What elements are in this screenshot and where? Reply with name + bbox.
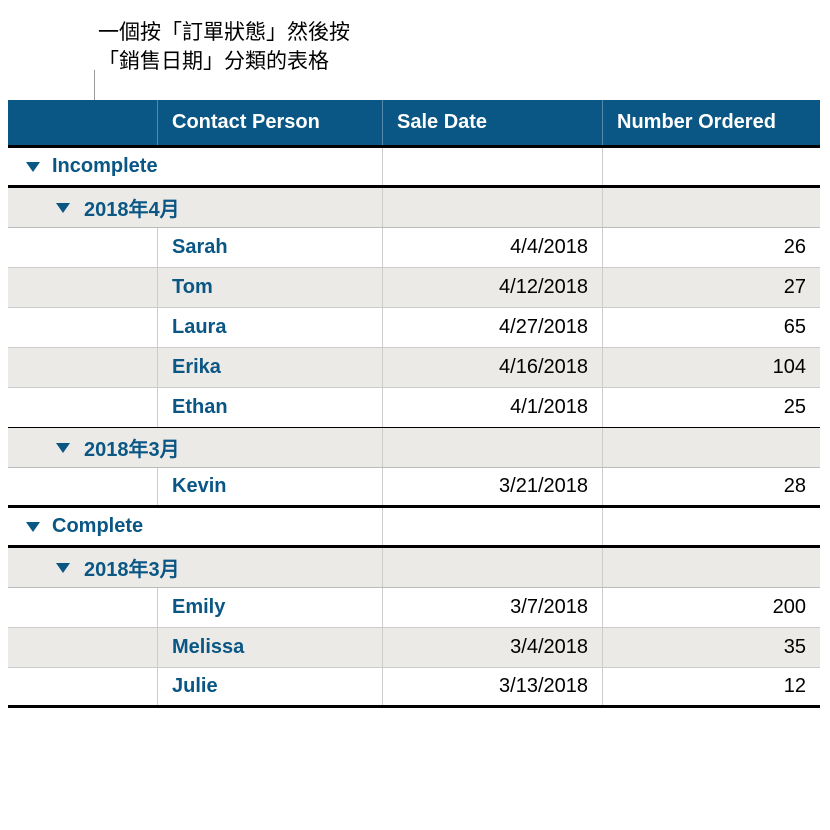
table-row[interactable]: Melissa 3/4/2018 35: [8, 628, 820, 668]
cell-number: 104: [603, 348, 820, 387]
cell-contact: Emily: [158, 588, 383, 627]
subgroup-row-2018-04[interactable]: 2018年4月: [8, 188, 820, 228]
disclosure-triangle-icon[interactable]: [26, 522, 40, 532]
table-row[interactable]: Sarah 4/4/2018 26: [8, 228, 820, 268]
subgroup-label: 2018年3月: [84, 433, 180, 462]
callout-line-1: 一個按「訂單狀態」然後按: [98, 18, 350, 47]
disclosure-triangle-icon[interactable]: [56, 443, 70, 453]
table-row[interactable]: Laura 4/27/2018 65: [8, 308, 820, 348]
disclosure-triangle-icon[interactable]: [56, 203, 70, 213]
cell-date: 3/7/2018: [383, 588, 603, 627]
cell-number: 27: [603, 268, 820, 307]
cell-date: 4/12/2018: [383, 268, 603, 307]
table-row[interactable]: Emily 3/7/2018 200: [8, 588, 820, 628]
group-label: Incomplete: [52, 155, 158, 178]
table-row[interactable]: Erika 4/16/2018 104: [8, 348, 820, 388]
cell-contact: Julie: [158, 668, 383, 705]
table-row[interactable]: Ethan 4/1/2018 25: [8, 388, 820, 428]
cell-contact: Sarah: [158, 228, 383, 267]
header-sale-date[interactable]: Sale Date: [383, 100, 603, 145]
cell-contact: Erika: [158, 348, 383, 387]
callout-line-2: 「銷售日期」分類的表格: [98, 47, 350, 76]
group-label: Complete: [52, 515, 143, 538]
cell-date: 4/1/2018: [383, 388, 603, 427]
cell-number: 65: [603, 308, 820, 347]
subgroup-label: 2018年4月: [84, 193, 180, 222]
cell-number: 26: [603, 228, 820, 267]
table-header-row: Contact Person Sale Date Number Ordered: [8, 100, 820, 148]
disclosure-triangle-icon[interactable]: [56, 563, 70, 573]
group-row-complete[interactable]: Complete: [8, 508, 820, 548]
cell-number: 35: [603, 628, 820, 667]
cell-number: 25: [603, 388, 820, 427]
cell-date: 3/21/2018: [383, 468, 603, 505]
table-row[interactable]: Kevin 3/21/2018 28: [8, 468, 820, 508]
table-row[interactable]: Julie 3/13/2018 12: [8, 668, 820, 708]
cell-contact: Melissa: [158, 628, 383, 667]
header-empty: [8, 100, 158, 145]
cell-contact: Kevin: [158, 468, 383, 505]
cell-contact: Ethan: [158, 388, 383, 427]
subgroup-row-2018-03-b[interactable]: 2018年3月: [8, 548, 820, 588]
grouped-table: Contact Person Sale Date Number Ordered …: [8, 100, 820, 708]
cell-date: 4/4/2018: [383, 228, 603, 267]
table-row[interactable]: Tom 4/12/2018 27: [8, 268, 820, 308]
header-number-ordered[interactable]: Number Ordered: [603, 100, 820, 145]
cell-contact: Laura: [158, 308, 383, 347]
cell-date: 4/16/2018: [383, 348, 603, 387]
cell-date: 3/13/2018: [383, 668, 603, 705]
subgroup-label: 2018年3月: [84, 553, 180, 582]
cell-date: 4/27/2018: [383, 308, 603, 347]
callout-text: 一個按「訂單狀態」然後按 「銷售日期」分類的表格: [98, 18, 350, 77]
cell-number: 12: [603, 668, 820, 705]
cell-contact: Tom: [158, 268, 383, 307]
subgroup-row-2018-03[interactable]: 2018年3月: [8, 428, 820, 468]
header-contact-person[interactable]: Contact Person: [158, 100, 383, 145]
cell-date: 3/4/2018: [383, 628, 603, 667]
disclosure-triangle-icon[interactable]: [26, 162, 40, 172]
cell-number: 200: [603, 588, 820, 627]
group-row-incomplete[interactable]: Incomplete: [8, 148, 820, 188]
cell-number: 28: [603, 468, 820, 505]
